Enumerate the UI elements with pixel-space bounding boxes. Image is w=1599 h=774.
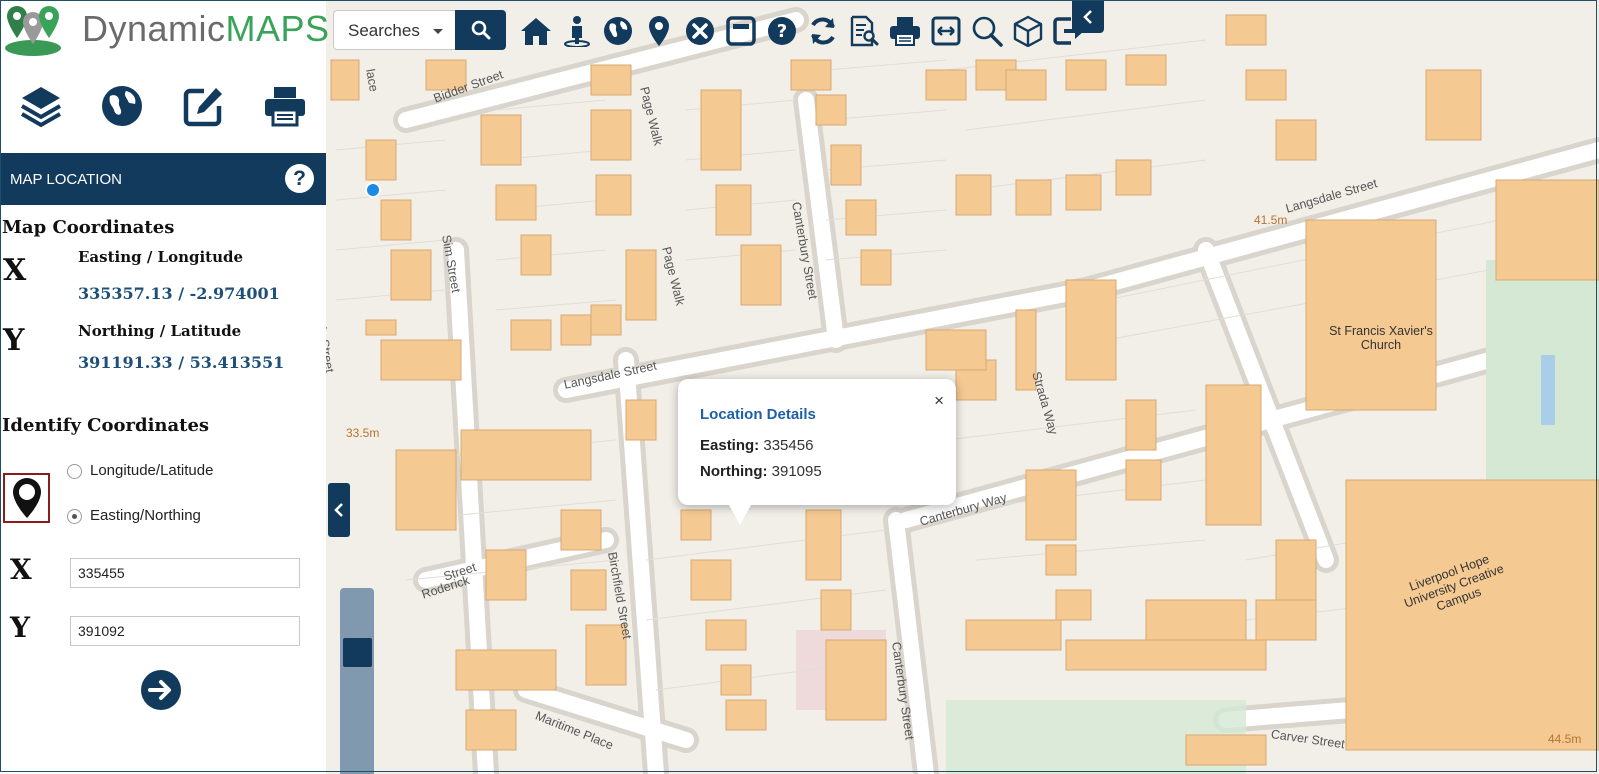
globe-icon <box>102 85 143 126</box>
layers-icon <box>20 86 61 127</box>
refresh-icon <box>810 17 835 45</box>
map-pin-icon <box>12 478 41 518</box>
popup-easting: Easting: 335456 <box>700 437 813 454</box>
caret-down-icon <box>433 29 443 34</box>
person-icon <box>563 16 590 47</box>
print-icon <box>265 86 306 126</box>
help-icon[interactable]: ? <box>285 164 314 193</box>
sidebar: MAP LOCATION ? Map Coordinates X Easting… <box>0 58 326 774</box>
print-button[interactable] <box>263 84 307 133</box>
home-button[interactable] <box>515 10 556 52</box>
report-search-button[interactable] <box>843 10 884 52</box>
elevation-label: 33.5m <box>346 426 380 440</box>
chevron-left-icon <box>1083 9 1092 24</box>
3d-cube-icon <box>1013 15 1042 47</box>
edit-icon <box>183 87 222 126</box>
globe-icon <box>603 17 632 45</box>
northing-value: 391095 <box>771 463 822 480</box>
searches-dropdown-label: Searches <box>348 21 420 40</box>
elevation-label: 41.5m <box>1254 213 1288 227</box>
longitude-latitude-label: Longitude/Latitude <box>90 462 214 479</box>
popup-northing: Northing: 391095 <box>700 463 822 480</box>
logo-pins-icon <box>5 6 61 56</box>
search-icon <box>471 20 490 40</box>
location-button[interactable] <box>638 10 679 52</box>
window-icon <box>725 16 756 46</box>
zoom-button[interactable] <box>966 10 1007 52</box>
northing-latitude-label: Northing / Latitude <box>78 322 242 340</box>
location-details-popup: Location Details × Easting: 335456 North… <box>678 379 956 525</box>
sidebar-tools <box>0 68 326 148</box>
y-letter: Y <box>3 323 25 358</box>
popup-title: Location Details <box>700 406 816 423</box>
easting-northing-label: Easting/Northing <box>90 507 201 524</box>
report-search-icon <box>850 15 878 47</box>
easting-northing-radio[interactable] <box>67 509 82 524</box>
longitude-latitude-radio[interactable] <box>67 464 82 479</box>
map-location-header: MAP LOCATION ? <box>0 153 326 205</box>
help-button[interactable]: ? <box>761 10 802 52</box>
easting-value: 335456 <box>763 437 814 454</box>
window-button[interactable] <box>720 10 761 52</box>
help-icon: ? <box>767 17 796 45</box>
logo-text-maps: MAPS <box>225 8 330 49</box>
zoom-slider[interactable] <box>340 588 374 774</box>
identify-x-input[interactable] <box>70 558 300 588</box>
searches-dropdown[interactable]: Searches <box>333 10 456 50</box>
layers-button[interactable] <box>19 84 63 133</box>
globe-button[interactable] <box>597 10 638 52</box>
popup-pointer <box>728 503 752 525</box>
zoom-slider-handle[interactable] <box>343 638 372 667</box>
clear-button[interactable] <box>679 10 720 52</box>
map-coordinates-heading: Map Coordinates <box>2 217 175 238</box>
elevation-label: 44.5m <box>1548 732 1582 746</box>
northing-label: Northing: <box>700 463 768 480</box>
identify-pin-button[interactable] <box>3 473 50 523</box>
identify-y-input[interactable] <box>70 616 300 646</box>
easting-longitude-value: 335357.13 / -2.974001 <box>78 284 280 303</box>
home-icon <box>520 18 551 45</box>
print-button[interactable] <box>884 10 925 52</box>
identify-coordinates-heading: Identify Coordinates <box>2 415 210 436</box>
northing-latitude-value: 391191.33 / 53.413551 <box>78 353 285 372</box>
x-letter: X <box>3 253 27 288</box>
collapse-sidebar-button[interactable] <box>328 483 350 537</box>
svg-text:?: ? <box>776 21 786 42</box>
logo-text-dynamic: Dynamic <box>82 8 226 49</box>
identify-y-letter: Y <box>10 611 30 644</box>
app-logo[interactable]: DynamicMAPS <box>0 0 329 58</box>
map-pin-icon <box>648 16 669 46</box>
easting-longitude-label: Easting / Longitude <box>78 248 244 266</box>
panel-title: MAP LOCATION <box>10 171 122 188</box>
print-icon <box>889 17 920 46</box>
chevron-left-icon <box>334 503 343 517</box>
identify-x-letter: X <box>10 553 32 586</box>
logo-text: DynamicMAPS <box>82 8 330 50</box>
fit-width-icon <box>931 16 960 46</box>
main-toolbar: ? <box>515 8 1089 54</box>
easting-label: Easting: <box>700 437 760 454</box>
clear-icon <box>685 17 714 45</box>
map-tiles <box>330 7 1599 774</box>
map-canvas[interactable]: Bidder Street Page Walk Page Walk Sim St… <box>326 0 1599 774</box>
zoom-icon <box>972 16 1003 47</box>
fit-width-button[interactable] <box>925 10 966 52</box>
building-label: St Francis Xavier's Church <box>1329 324 1433 352</box>
go-button[interactable] <box>141 670 181 710</box>
collapse-toolbar-button[interactable] <box>1072 0 1104 33</box>
arrow-right-icon <box>148 680 171 700</box>
popup-close-icon[interactable]: × <box>934 391 944 411</box>
identify-person-button[interactable] <box>556 10 597 52</box>
search-button[interactable] <box>455 10 506 50</box>
refresh-button[interactable] <box>802 10 843 52</box>
edit-button[interactable] <box>182 84 226 133</box>
globe-button[interactable] <box>100 84 144 133</box>
3d-view-button[interactable] <box>1007 10 1048 52</box>
